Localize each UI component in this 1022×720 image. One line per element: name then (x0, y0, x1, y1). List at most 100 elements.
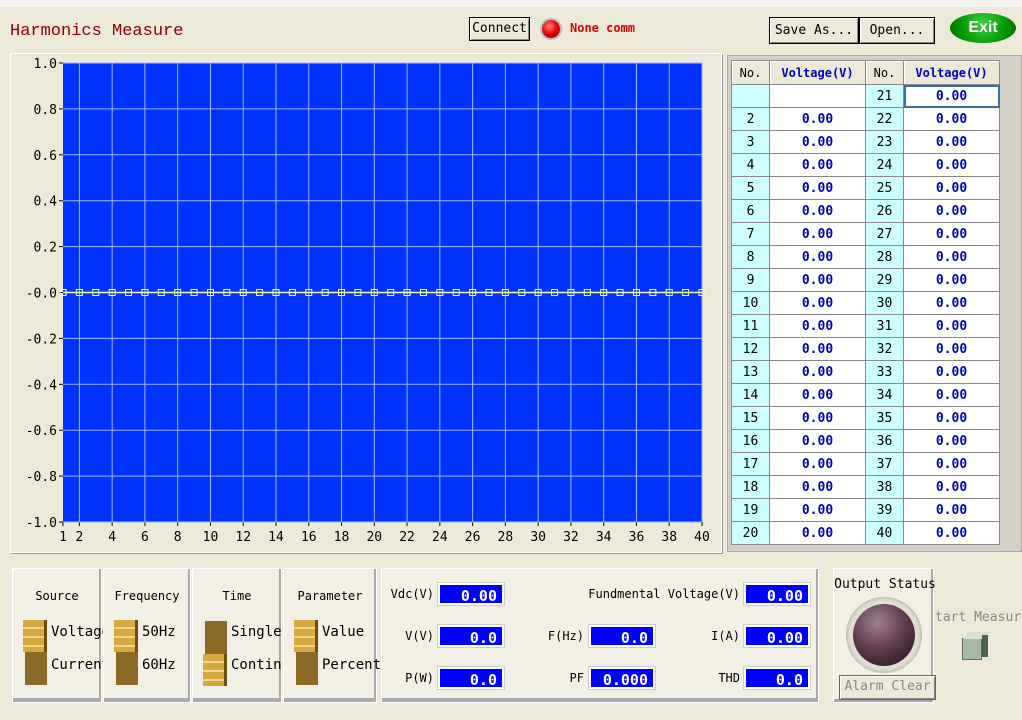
switch-option[interactable]: Single (231, 624, 282, 640)
harmonic-number: 31 (865, 314, 904, 338)
voltage-cell[interactable]: 0.00 (903, 406, 1000, 430)
table-row: 5 0.00 25 0.00 (731, 176, 1000, 200)
save-as-button[interactable]: Save As... (769, 17, 859, 44)
vdc-value: 0.00 (437, 582, 505, 606)
voltage-cell[interactable]: 0.00 (769, 199, 866, 223)
voltage-cell[interactable]: 0.00 (903, 130, 1000, 154)
voltage-cell[interactable]: 0.00 (903, 268, 1000, 292)
voltage-cell[interactable]: 0.00 (903, 521, 1000, 545)
voltage-cell[interactable]: 0.00 (903, 498, 1000, 522)
header-no: No. (865, 60, 904, 85)
voltage-cell[interactable]: 0.00 (769, 268, 866, 292)
voltage-cell[interactable]: 0.00 (903, 314, 1000, 338)
v-label: V(V) (405, 629, 434, 643)
table-row: 13 0.00 33 0.00 (731, 360, 1000, 384)
switch-option[interactable]: Continu (231, 657, 290, 673)
toggle-knob[interactable] (114, 620, 138, 652)
voltage-cell[interactable]: 0.00 (769, 107, 866, 131)
voltage-cell[interactable]: 0.00 (903, 383, 1000, 407)
harmonic-number: 15 (731, 406, 770, 430)
toggle-switch[interactable] (203, 621, 227, 686)
voltage-cell[interactable]: 0.00 (903, 475, 1000, 499)
voltage-cell[interactable]: 0.00 (769, 521, 866, 545)
switch-option[interactable]: Current (51, 657, 110, 673)
voltage-cell[interactable]: 0.00 (769, 337, 866, 361)
switch-option[interactable]: Value (322, 624, 364, 640)
cube-icon (962, 638, 982, 660)
alarm-clear-button[interactable]: Alarm Clear (839, 675, 936, 700)
switch-option[interactable]: Percent (322, 657, 381, 673)
output-status-panel: Output Status Alarm Clear (833, 568, 936, 703)
y-tick-label: 0.6 (34, 149, 57, 164)
toggle-knob[interactable] (203, 654, 227, 686)
fundamental-voltage-label: Fundmental Voltage(V) (588, 587, 740, 601)
voltage-cell[interactable]: 0.00 (769, 176, 866, 200)
voltage-cell[interactable]: 0.00 (903, 337, 1000, 361)
header-voltage: Voltage(V) (769, 60, 866, 85)
open-button[interactable]: Open... (859, 17, 935, 44)
harmonic-number: 9 (731, 268, 770, 292)
connect-button[interactable]: Connect (469, 17, 530, 41)
voltage-cell[interactable]: 0.00 (769, 383, 866, 407)
voltage-cell[interactable]: 0.00 (769, 452, 866, 476)
x-tick-label: 10 (203, 530, 219, 545)
exit-button[interactable]: Exit (950, 13, 1016, 43)
voltage-cell[interactable] (769, 84, 866, 108)
harmonic-number: 6 (731, 199, 770, 223)
x-tick-label: 18 (334, 530, 350, 545)
output-status-indicator (846, 597, 922, 673)
voltage-cell[interactable]: 0.00 (769, 245, 866, 269)
switch-option[interactable]: 50Hz (142, 624, 176, 640)
table-row: 11 0.00 31 0.00 (731, 314, 1000, 338)
table-row: 6 0.00 26 0.00 (731, 199, 1000, 223)
x-tick-label: 20 (366, 530, 382, 545)
x-tick-label: 1 (59, 530, 67, 545)
voltage-cell[interactable]: 0.00 (769, 222, 866, 246)
voltage-cell[interactable]: 0.00 (769, 360, 866, 384)
harmonics-chart: 1 2 4 6 8 10 12 14 16 18 20 22 24 26 28 30 32 34 36 38 401.0… (26, 57, 710, 545)
harmonic-number: 4 (731, 153, 770, 177)
voltage-cell[interactable]: 0.00 (903, 291, 1000, 315)
harmonic-number: 33 (865, 360, 904, 384)
voltage-cell[interactable]: 0.00 (769, 153, 866, 177)
voltage-cell[interactable]: 0.00 (769, 130, 866, 154)
voltage-cell[interactable]: 0.00 (903, 360, 1000, 384)
x-tick-label: 32 (563, 530, 579, 545)
pf-value: 0.000 (588, 666, 656, 690)
voltage-cell[interactable]: 0.00 (903, 176, 1000, 200)
voltage-cell[interactable]: 0.00 (903, 429, 1000, 453)
voltage-cell[interactable]: 0.00 (903, 222, 1000, 246)
x-tick-label: 2 (75, 530, 83, 545)
y-tick-label: 0.8 (34, 103, 57, 118)
voltage-cell[interactable]: 0.00 (903, 84, 1000, 108)
switch-option[interactable]: Voltage (51, 624, 110, 640)
toggle-knob[interactable] (23, 620, 47, 652)
header-no: No. (731, 60, 770, 85)
harmonic-number: 12 (731, 337, 770, 361)
switch-parameter: Parameter Value Percent (283, 568, 381, 703)
harmonic-number: 16 (731, 429, 770, 453)
harmonic-number: 39 (865, 498, 904, 522)
toggle-knob[interactable] (294, 620, 318, 652)
harmonic-number: 37 (865, 452, 904, 476)
start-measure-button[interactable] (962, 632, 991, 660)
voltage-cell[interactable]: 0.00 (769, 498, 866, 522)
voltage-cell[interactable]: 0.00 (903, 245, 1000, 269)
toggle-switch[interactable] (114, 620, 138, 685)
voltage-cell[interactable]: 0.00 (903, 199, 1000, 223)
voltage-cell[interactable]: 0.00 (769, 291, 866, 315)
voltage-cell[interactable]: 0.00 (903, 107, 1000, 131)
y-tick-label: -1.0 (26, 516, 57, 531)
i-label: I(A) (711, 629, 740, 643)
voltage-cell[interactable]: 0.00 (769, 429, 866, 453)
table-row: 15 0.00 35 0.00 (731, 406, 1000, 430)
voltage-cell[interactable]: 0.00 (769, 314, 866, 338)
y-tick-label: -0.4 (26, 378, 57, 393)
toggle-switch[interactable] (23, 620, 47, 685)
switch-option[interactable]: 60Hz (142, 657, 176, 673)
voltage-cell[interactable]: 0.00 (903, 452, 1000, 476)
voltage-cell[interactable]: 0.00 (903, 153, 1000, 177)
toggle-switch[interactable] (294, 620, 318, 685)
voltage-cell[interactable]: 0.00 (769, 475, 866, 499)
voltage-cell[interactable]: 0.00 (769, 406, 866, 430)
